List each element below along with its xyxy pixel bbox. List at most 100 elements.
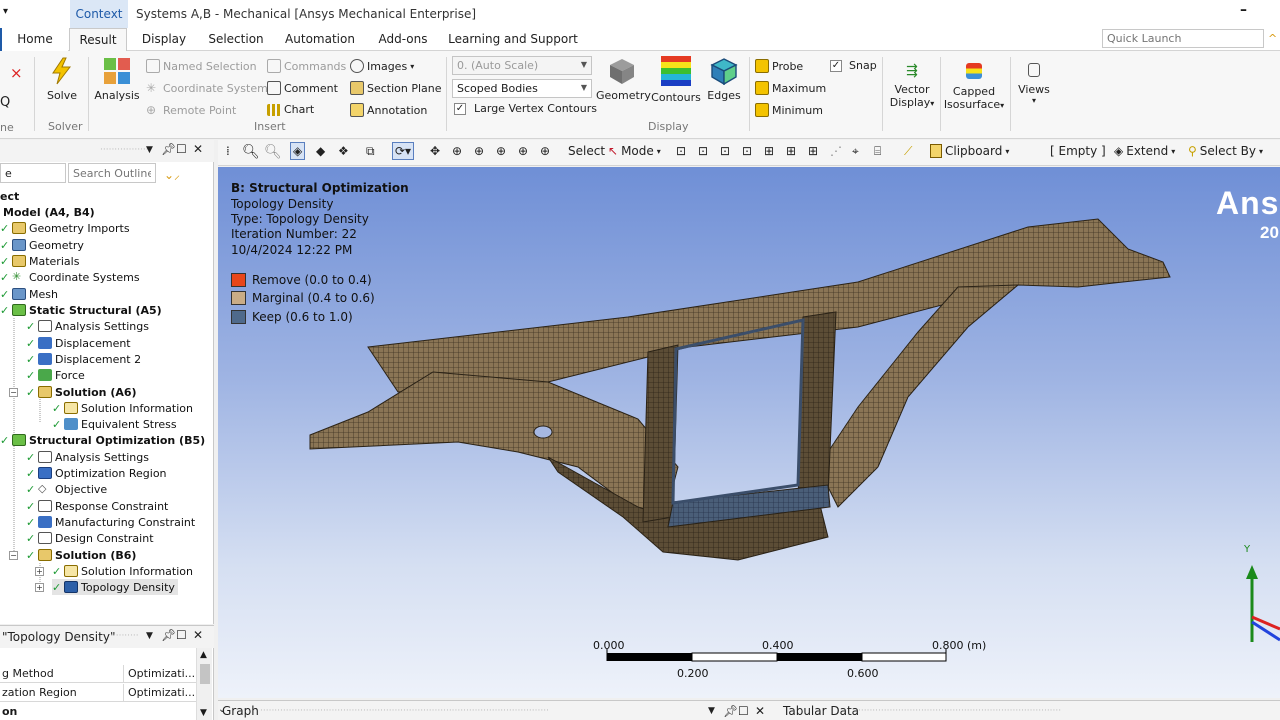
tab-result[interactable]: Result (69, 28, 127, 52)
details-row[interactable]: zation Region Optimizati... (0, 684, 196, 702)
minimize-button[interactable]: – (1240, 2, 1247, 18)
tab-learning-support[interactable]: Learning and Support (448, 28, 578, 51)
select-vertex-icon[interactable]: ⊡ (676, 144, 686, 158)
comment-button[interactable]: Comment (267, 81, 338, 95)
chart-button[interactable]: Chart (267, 103, 314, 116)
expand-topology-density-icon[interactable]: + (35, 583, 44, 592)
vector-display-button[interactable]: ⇶ Vector Display▾ (886, 57, 938, 109)
select-tool-icon[interactable]: ⌖ (852, 144, 859, 159)
tree-item-geometry[interactable]: ✓ Geometry (0, 237, 84, 253)
zoom-prev-icon[interactable]: ⊕ (518, 144, 528, 158)
geometry-display-button[interactable]: Geometry (596, 57, 651, 102)
tree-item-objective[interactable]: ✓ ◇ Objective (26, 481, 107, 497)
select-node-icon[interactable]: ⊞ (764, 144, 774, 158)
details-row[interactable]: g Method Optimizati... (0, 665, 196, 683)
tab-add-ons[interactable]: Add-ons (372, 28, 434, 51)
probe-button[interactable]: Probe (755, 59, 803, 73)
collapse-solution-b6-icon[interactable]: − (9, 551, 18, 560)
remote-point-button[interactable]: ⊕ Remote Point (146, 103, 236, 117)
solve-button[interactable]: Solve (42, 57, 82, 102)
quick-launch-input[interactable] (1102, 29, 1264, 48)
select-element-icon[interactable]: ⊞ (808, 144, 818, 158)
select-edge-icon[interactable]: ⊡ (698, 144, 708, 158)
named-selection-button[interactable]: Named Selection (146, 59, 257, 73)
query-icon[interactable]: Q (0, 95, 10, 110)
tree-item-project[interactable]: ect (0, 188, 19, 204)
tree-item-force[interactable]: ✓ Force (26, 367, 85, 383)
multi-body-icon[interactable]: ❖ (338, 144, 349, 158)
zoom-in-icon[interactable]: 🔍︎ (242, 144, 260, 160)
zoom-next-icon[interactable]: ⊕ (540, 144, 550, 158)
tree-item-optimization-region[interactable]: ✓ Optimization Region (26, 465, 167, 481)
tree-item-structural-optimization[interactable]: ✓ Structural Optimization (B5) (0, 432, 205, 448)
tree-item-geometry-imports[interactable]: ✓ Geometry Imports (0, 220, 130, 236)
select-tool-2-icon[interactable]: ⌸ (874, 144, 881, 159)
tree-item-solution-b6[interactable]: ✓ Solution (B6) (26, 547, 136, 563)
maximum-button[interactable]: Maximum (755, 81, 826, 95)
tabular-data-title[interactable]: Tabular Data (783, 704, 859, 718)
analysis-button[interactable]: Analysis (94, 57, 140, 102)
tree-item-analysis-settings-b[interactable]: ✓ Analysis Settings (26, 449, 149, 465)
cube-select-icon[interactable]: ◈ (290, 142, 306, 160)
tree-item-analysis-settings-a[interactable]: ✓ Analysis Settings (26, 318, 149, 334)
close-result-icon[interactable]: × (10, 64, 23, 82)
bodies-combo[interactable]: Scoped Bodies ▼ (452, 79, 592, 98)
graph-pin-icon[interactable]: 📌︎ (723, 704, 738, 718)
snap-checkbox[interactable]: ✓ Snap (830, 59, 877, 72)
details-menu-icon[interactable]: ▼ (146, 631, 153, 641)
rotate-icon[interactable]: ⟳▾ (392, 142, 415, 160)
views-button[interactable]: Views ▾ (1014, 57, 1054, 105)
expand-solution-information-icon[interactable]: + (35, 567, 44, 576)
scroll-up-icon[interactable]: ▲ (200, 650, 207, 660)
tree-item-equivalent-stress[interactable]: ✓ Equivalent Stress (52, 416, 177, 432)
select-button[interactable]: Select (568, 144, 605, 158)
zoom-fit-icon[interactable]: ⊕ (496, 144, 506, 158)
zoom-out-icon[interactable]: 🔍︎ (264, 144, 282, 160)
scroll-down-icon[interactable]: ▼ (200, 708, 207, 718)
mode-button[interactable]: ↖ Mode ▾ (608, 144, 661, 158)
tree-item-design-constraint[interactable]: ✓ Design Constraint (26, 530, 154, 546)
graphics-viewport[interactable]: B: Structural Optimization Topology Dens… (218, 167, 1280, 698)
tree-item-mesh[interactable]: ✓ Mesh (0, 286, 58, 302)
clipboard-button[interactable]: Clipboard ▾ (930, 144, 1009, 158)
tree-item-displacement-2[interactable]: ✓ Displacement 2 (26, 351, 141, 367)
tree-item-model[interactable]: Model (A4, B4) (3, 204, 95, 220)
tree-item-manufacturing-constraint[interactable]: ✓ Manufacturing Constraint (26, 514, 195, 530)
tree-item-displacement[interactable]: ✓ Displacement (26, 335, 131, 351)
select-element-face-icon[interactable]: ⊞ (786, 144, 796, 158)
system-menu-icon[interactable]: ▾ (3, 6, 8, 17)
tree-item-solution-a6[interactable]: ✓ Solution (A6) (26, 384, 137, 400)
collapse-solution-a6-icon[interactable]: − (9, 388, 18, 397)
select-face-icon[interactable]: ⊡ (720, 144, 730, 158)
tree-item-solution-information-a6[interactable]: ✓ Solution Information (52, 400, 193, 416)
tree-item-solution-information-b6[interactable]: ✓ Solution Information (52, 563, 193, 579)
graph-menu-icon[interactable]: ▼ (708, 706, 715, 716)
select-body-icon[interactable]: ⊡ (742, 144, 752, 158)
section-plane-button[interactable]: Section Plane (350, 81, 442, 95)
tree-item-response-constraint[interactable]: ✓ Response Constraint (26, 498, 168, 514)
tree-item-static-structural[interactable]: ✓ Static Structural (A5) (0, 302, 162, 318)
tab-home[interactable]: Home (0, 28, 68, 51)
tree-item-topology-density[interactable]: ✓ Topology Density (52, 579, 178, 595)
sub-select-icon[interactable]: ⧉ (366, 144, 375, 159)
annotation-button[interactable]: Annotation (350, 103, 427, 117)
ribbon-collapse-icon[interactable]: ^ (1268, 32, 1277, 45)
minimum-button[interactable]: Minimum (755, 103, 823, 117)
details-close-icon[interactable]: ✕ (193, 628, 203, 642)
zoom-icon[interactable]: ⊕ (452, 144, 462, 158)
tab-selection[interactable]: Selection (200, 28, 272, 51)
scale-combo[interactable]: 0. (Auto Scale) ▼ (452, 56, 592, 75)
context-tab[interactable]: Context (70, 0, 128, 28)
body-view-icon[interactable]: ◆ (316, 144, 325, 158)
tree-item-coordinate-systems[interactable]: ✓ ✳ Coordinate Systems (0, 269, 140, 285)
graph-panel-title[interactable]: Graph (222, 704, 259, 718)
capped-isosurface-button[interactable]: Capped Isosurface▾ (942, 57, 1006, 111)
coordinate-system-button[interactable]: ✳ Coordinate System (146, 81, 268, 95)
zoom-box-icon[interactable]: ⊕ (474, 144, 484, 158)
tab-automation[interactable]: Automation (280, 28, 360, 51)
images-button[interactable]: Images ▾ (350, 59, 414, 73)
large-vertex-checkbox[interactable]: ✓ Large Vertex Contours (454, 102, 597, 115)
extend-button[interactable]: ◈ Extend ▾ (1114, 144, 1175, 158)
contours-button[interactable]: Contours (650, 55, 702, 104)
details-scrollbar[interactable]: ▲ ▼ (196, 648, 212, 720)
